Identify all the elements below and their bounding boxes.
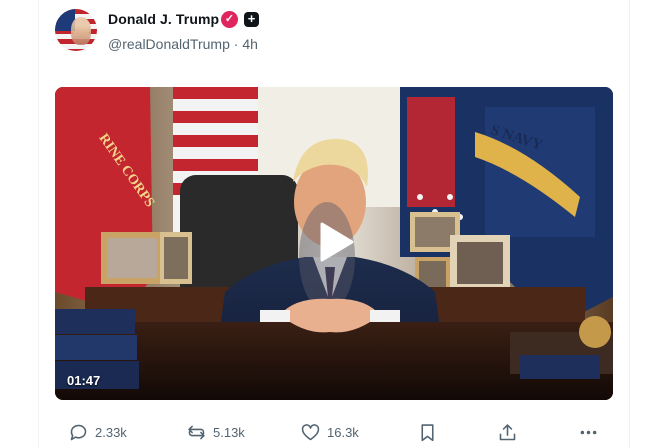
reply-button[interactable]: 2.33k (68, 420, 127, 444)
repost-count: 5.13k (213, 424, 245, 440)
like-count: 16.3k (327, 424, 359, 440)
repost-icon (188, 425, 205, 439)
more-options-button[interactable] (578, 420, 599, 444)
like-icon (301, 423, 320, 440)
reply-count: 2.33k (95, 424, 127, 440)
repost-button[interactable]: 5.13k (186, 420, 245, 444)
reply-icon (70, 424, 87, 440)
more-icon (580, 430, 597, 434)
verified-badge-icon: ✓ (221, 11, 238, 28)
author-name[interactable]: Donald J. Trump (108, 11, 219, 27)
affiliation-badge-icon: + (244, 12, 259, 27)
post-meta: @realDonaldTrump · 4h (108, 36, 258, 52)
play-icon (320, 222, 354, 262)
post-actions: 2.33k 5.13k 16.3k (0, 420, 652, 444)
avatar[interactable] (55, 9, 97, 51)
share-button[interactable] (497, 420, 518, 444)
post-time[interactable]: 4h (242, 36, 258, 52)
like-button[interactable]: 16.3k (300, 420, 359, 444)
bookmark-icon (421, 423, 434, 441)
meta-separator: · (229, 36, 243, 52)
share-icon (499, 423, 516, 440)
author-handle[interactable]: @realDonaldTrump (108, 36, 230, 52)
post: Donald J. Trump ✓ + @realDonaldTrump · 4… (0, 0, 652, 448)
video-player[interactable]: RINE CORPS S NAVY 01:47 (55, 87, 613, 400)
bookmark-button[interactable] (417, 420, 438, 444)
play-button[interactable] (318, 222, 354, 262)
video-duration: 01:47 (67, 373, 101, 388)
